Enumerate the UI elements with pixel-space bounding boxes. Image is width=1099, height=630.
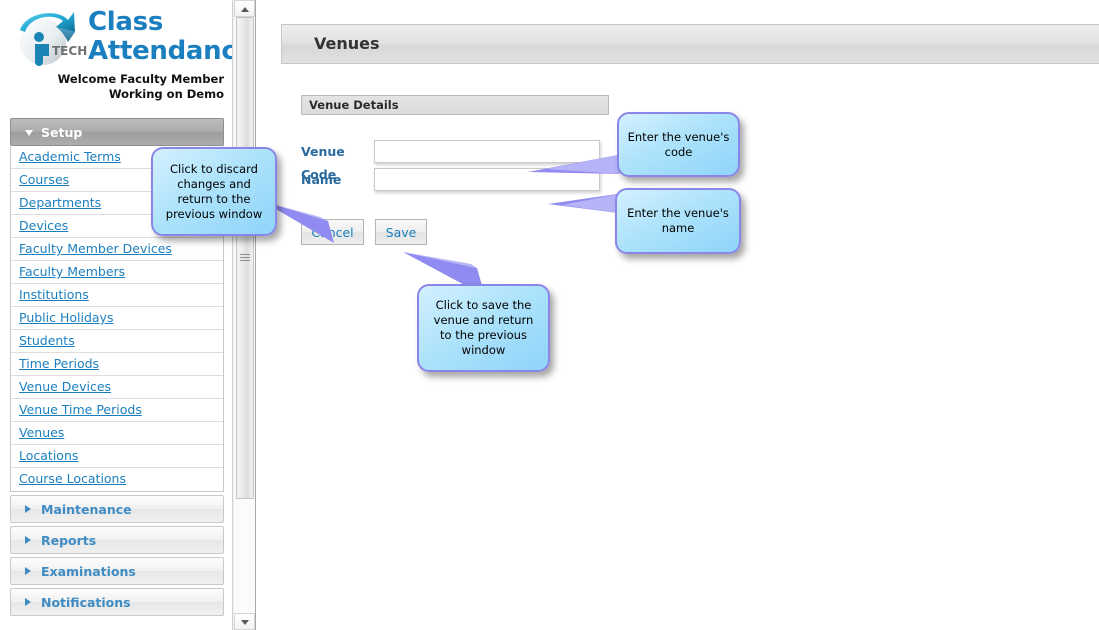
section-header-venue-details: Venue Details xyxy=(301,95,609,115)
sidebar-pane: TECH Class Attendance Welcome Faculty Me… xyxy=(0,0,232,630)
chevron-right-icon xyxy=(25,567,31,575)
sidebar-group-maintenance[interactable]: Maintenance xyxy=(10,495,224,523)
svg-text:TECH: TECH xyxy=(52,44,87,58)
scrollbar-grip-icon xyxy=(240,254,250,262)
application-window: TECH Class Attendance Welcome Faculty Me… xyxy=(0,0,1099,630)
sidebar-group-examinations-label: Examinations xyxy=(41,564,136,579)
brand-title-line1: Class xyxy=(88,7,163,37)
scroll-up-arrow-icon xyxy=(240,7,249,12)
sidebar-item-venue-time-periods[interactable]: Venue Time Periods xyxy=(11,399,223,422)
sidebar-group-notifications[interactable]: Notifications xyxy=(10,588,224,616)
sidebar-item-locations[interactable]: Locations xyxy=(11,445,223,468)
sidebar-group-setup[interactable]: Setup xyxy=(10,118,224,146)
scroll-down-arrow-icon xyxy=(240,620,249,625)
callout-save: Click to save the venue and return to th… xyxy=(417,284,550,372)
sidebar-group-maintenance-label: Maintenance xyxy=(41,502,132,517)
chevron-right-icon xyxy=(25,598,31,606)
form-button-row: Cancel Save xyxy=(301,219,609,245)
sidebar-group-notifications-label: Notifications xyxy=(41,595,131,610)
callout-pointer-venue-code xyxy=(528,152,623,178)
sidebar-item-venues[interactable]: Venues xyxy=(11,422,223,445)
sidebar-item-course-locations[interactable]: Course Locations xyxy=(11,468,223,491)
sidebar-group-reports[interactable]: Reports xyxy=(10,526,224,554)
sidebar-item-venue-devices[interactable]: Venue Devices xyxy=(11,376,223,399)
chevron-right-icon xyxy=(25,505,31,513)
save-button[interactable]: Save xyxy=(375,219,427,245)
brand-title-line2: Attendance xyxy=(88,36,232,66)
scrollbar-thumb[interactable] xyxy=(236,17,254,499)
page-header-bar: Venues xyxy=(281,24,1099,64)
welcome-line-1: Welcome Faculty Member xyxy=(57,72,224,86)
chevron-down-icon xyxy=(25,130,33,136)
callout-cancel: Click to discard changes and return to t… xyxy=(151,147,277,236)
page-title: Venues xyxy=(314,34,380,53)
sidebar-group-setup-label: Setup xyxy=(41,125,83,140)
scroll-up-button[interactable] xyxy=(234,0,255,17)
brand-title: Class Attendance xyxy=(88,7,232,66)
sidebar-group-reports-label: Reports xyxy=(41,533,97,548)
brand-header: TECH Class Attendance Welcome Faculty Me… xyxy=(0,0,232,118)
chevron-right-icon xyxy=(25,536,31,544)
welcome-text: Welcome Faculty Member Working on Demo xyxy=(24,72,224,102)
sidebar-item-public-holidays[interactable]: Public Holidays xyxy=(11,307,223,330)
scrollbar-track[interactable] xyxy=(234,17,255,613)
scroll-down-button[interactable] xyxy=(234,613,255,630)
sidebar-group-examinations[interactable]: Examinations xyxy=(10,557,224,585)
sidebar-item-faculty-members[interactable]: Faculty Members xyxy=(11,261,223,284)
sidebar-item-students[interactable]: Students xyxy=(11,330,223,353)
main-content: Venues Venue Details Venue Code Name Can… xyxy=(257,0,1099,630)
name-label: Name xyxy=(301,172,342,187)
sidebar-item-time-periods[interactable]: Time Periods xyxy=(11,353,223,376)
sidebar-item-institutions[interactable]: Institutions xyxy=(11,284,223,307)
sidebar-scrollbar[interactable] xyxy=(232,0,256,630)
welcome-line-2: Working on Demo xyxy=(108,87,224,101)
callout-name: Enter the venue's name xyxy=(615,188,741,254)
callout-venue-code: Enter the venue's code xyxy=(617,112,740,177)
sidebar-item-faculty-member-devices[interactable]: Faculty Member Devices xyxy=(11,238,223,261)
globe-arrow-logo-icon: TECH xyxy=(12,6,90,70)
